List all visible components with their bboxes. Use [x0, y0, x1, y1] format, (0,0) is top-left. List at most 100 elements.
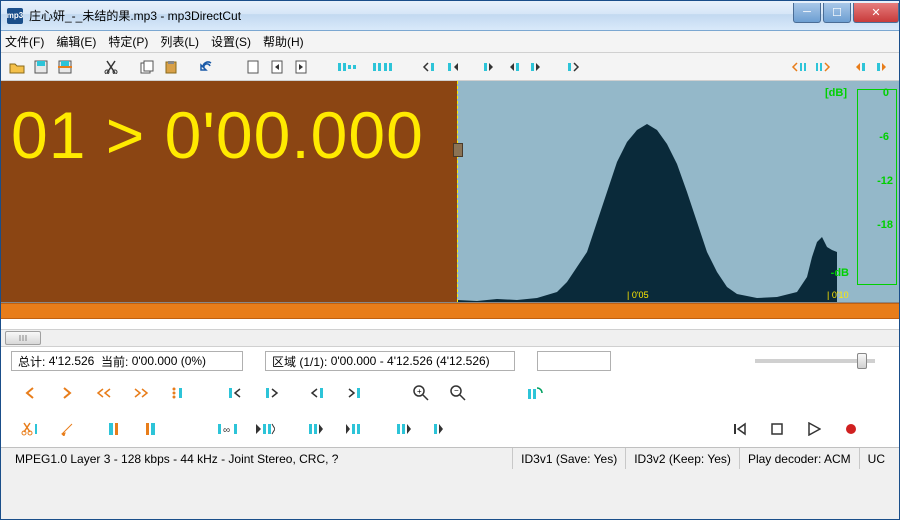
- play-from-begin-icon[interactable]: [246, 415, 283, 443]
- save-icon[interactable]: [31, 57, 51, 77]
- marker-group-1-icon[interactable]: [337, 57, 357, 77]
- time-display: 01 > 0'00.000: [11, 97, 424, 173]
- doc-prev-icon[interactable]: [267, 57, 287, 77]
- save-selection-icon[interactable]: [55, 57, 75, 77]
- marker-dots-icon[interactable]: [159, 379, 196, 407]
- sel-begin-prev-icon[interactable]: [216, 379, 253, 407]
- sel-end-prev-icon[interactable]: [298, 379, 335, 407]
- scroll-thumb[interactable]: [5, 331, 41, 345]
- play-to-sel-begin-icon[interactable]: [334, 415, 371, 443]
- edit-jump-fwd-icon[interactable]: [813, 57, 833, 77]
- nav-next-edit-icon[interactable]: [527, 57, 547, 77]
- window-title: 庄心妍_-_未结的果.mp3 - mp3DirectCut: [29, 7, 791, 24]
- total-label: 总计:: [18, 353, 45, 370]
- edit-transport-row: ∞: [1, 411, 899, 447]
- menu-settings[interactable]: 设置(S): [211, 33, 251, 50]
- time-tick-1: | 0'05: [627, 290, 649, 300]
- zoom-out-icon[interactable]: −: [439, 379, 476, 407]
- zoom-in-icon[interactable]: +: [402, 379, 439, 407]
- skip-fwd-large-icon[interactable]: [48, 379, 85, 407]
- window-controls: ─ ☐ ✕: [791, 3, 899, 23]
- edit-grow-right-icon[interactable]: [873, 57, 893, 77]
- total-value: 4'12.526: [49, 354, 95, 368]
- navigation-row: + −: [1, 375, 899, 411]
- status-codec: MPEG1.0 Layer 3 - 128 kbps - 44 kHz - Jo…: [7, 448, 513, 469]
- horizontal-scrollbar[interactable]: [1, 329, 899, 347]
- cut-icon[interactable]: [101, 57, 121, 77]
- fast-fwd-icon[interactable]: [122, 379, 159, 407]
- sel-begin-next-icon[interactable]: [253, 379, 290, 407]
- doc-next-icon[interactable]: [291, 57, 311, 77]
- copy-icon[interactable]: [137, 57, 157, 77]
- rewind-icon[interactable]: [85, 379, 122, 407]
- svg-text:+: +: [417, 387, 422, 396]
- level-meter: [857, 89, 897, 285]
- play-sel-end-icon[interactable]: [385, 415, 422, 443]
- slider-thumb[interactable]: [857, 353, 867, 369]
- overview-bar[interactable]: [1, 303, 899, 319]
- prev-track-icon[interactable]: [721, 415, 758, 443]
- menu-file[interactable]: 文件(F): [5, 33, 44, 50]
- app-icon: mp3: [7, 8, 23, 24]
- play-from-sel-end-icon[interactable]: [422, 415, 459, 443]
- waveform-display[interactable]: 01 > 0'00.000 | 0'05 | 0'10 [dB] 0 -6 -1…: [1, 81, 899, 303]
- volume-slider[interactable]: [755, 359, 875, 363]
- gain-field[interactable]: [537, 351, 611, 371]
- svg-text:∞: ∞: [223, 425, 230, 436]
- set-begin-icon[interactable]: [95, 415, 132, 443]
- cursor-handle[interactable]: [453, 143, 463, 157]
- region-field[interactable]: 区域 (1/1): 0'00.000 - 4'12.526 (4'12.526): [265, 351, 515, 371]
- toolbar: [1, 53, 899, 81]
- titlebar[interactable]: mp3 庄心妍_-_未结的果.mp3 - mp3DirectCut ─ ☐ ✕: [1, 1, 899, 31]
- info-row: 总计: 4'12.526 当前: 0'00.000 (0%) 区域 (1/1):…: [1, 347, 899, 375]
- svg-text:−: −: [454, 386, 459, 395]
- region-label: 区域 (1/1):: [272, 353, 327, 370]
- menu-list[interactable]: 列表(L): [160, 33, 199, 50]
- undo-icon[interactable]: [197, 57, 217, 77]
- paste-icon[interactable]: [161, 57, 181, 77]
- doc-icon[interactable]: [243, 57, 263, 77]
- menu-help[interactable]: 帮助(H): [263, 33, 304, 50]
- edit-jump-back-icon[interactable]: [789, 57, 809, 77]
- open-icon[interactable]: [7, 57, 27, 77]
- sel-end-next-icon[interactable]: [335, 379, 372, 407]
- play-sel-begin-icon[interactable]: [297, 415, 334, 443]
- play-cursor-line: [457, 81, 458, 302]
- db-unit-label: [dB]: [825, 87, 847, 99]
- waveform-svg: [457, 102, 837, 302]
- menubar: 文件(F) 编辑(E) 特定(P) 列表(L) 设置(S) 帮助(H): [1, 31, 899, 53]
- close-button[interactable]: ✕: [853, 3, 899, 23]
- record-icon[interactable]: [832, 415, 869, 443]
- maximize-button[interactable]: ☐: [823, 3, 851, 23]
- nav-prev-mark-icon[interactable]: [443, 57, 463, 77]
- minimize-button[interactable]: ─: [793, 3, 821, 23]
- gap: [1, 319, 899, 329]
- menu-special[interactable]: 特定(P): [108, 33, 148, 50]
- set-end-icon[interactable]: [132, 415, 169, 443]
- current-value: 0'00.000 (0%): [132, 354, 206, 368]
- statusbar: MPEG1.0 Layer 3 - 128 kbps - 44 kHz - Jo…: [1, 447, 899, 469]
- edit-shrink-left-icon[interactable]: [849, 57, 869, 77]
- total-field[interactable]: 总计: 4'12.526 当前: 0'00.000 (0%): [11, 351, 243, 371]
- stop-icon[interactable]: [758, 415, 795, 443]
- auto-cue-icon[interactable]: [516, 379, 553, 407]
- loop-play-icon[interactable]: ∞: [209, 415, 246, 443]
- region-value: 0'00.000 - 4'12.526 (4'12.526): [331, 354, 490, 368]
- skip-back-large-icon[interactable]: [11, 379, 48, 407]
- nav-prev-edit-icon[interactable]: [503, 57, 523, 77]
- nav-next-mark-icon[interactable]: [479, 57, 499, 77]
- status-id3v2: ID3v2 (Keep: Yes): [626, 448, 740, 469]
- status-id3v1: ID3v1 (Save: Yes): [513, 448, 626, 469]
- menu-edit[interactable]: 编辑(E): [56, 33, 96, 50]
- nav-first-icon[interactable]: [419, 57, 439, 77]
- current-label: 当前:: [101, 353, 128, 370]
- cut-selection-icon[interactable]: [11, 415, 48, 443]
- nav-last-icon[interactable]: [563, 57, 583, 77]
- play-icon[interactable]: [795, 415, 832, 443]
- time-tick-2: | 0'10: [827, 290, 849, 300]
- app-window: mp3 庄心妍_-_未结的果.mp3 - mp3DirectCut ─ ☐ ✕ …: [0, 0, 900, 520]
- status-decoder: Play decoder: ACM: [740, 448, 860, 469]
- trim-icon[interactable]: [48, 415, 85, 443]
- status-uc: UC: [860, 448, 893, 469]
- marker-group-2-icon[interactable]: [373, 57, 393, 77]
